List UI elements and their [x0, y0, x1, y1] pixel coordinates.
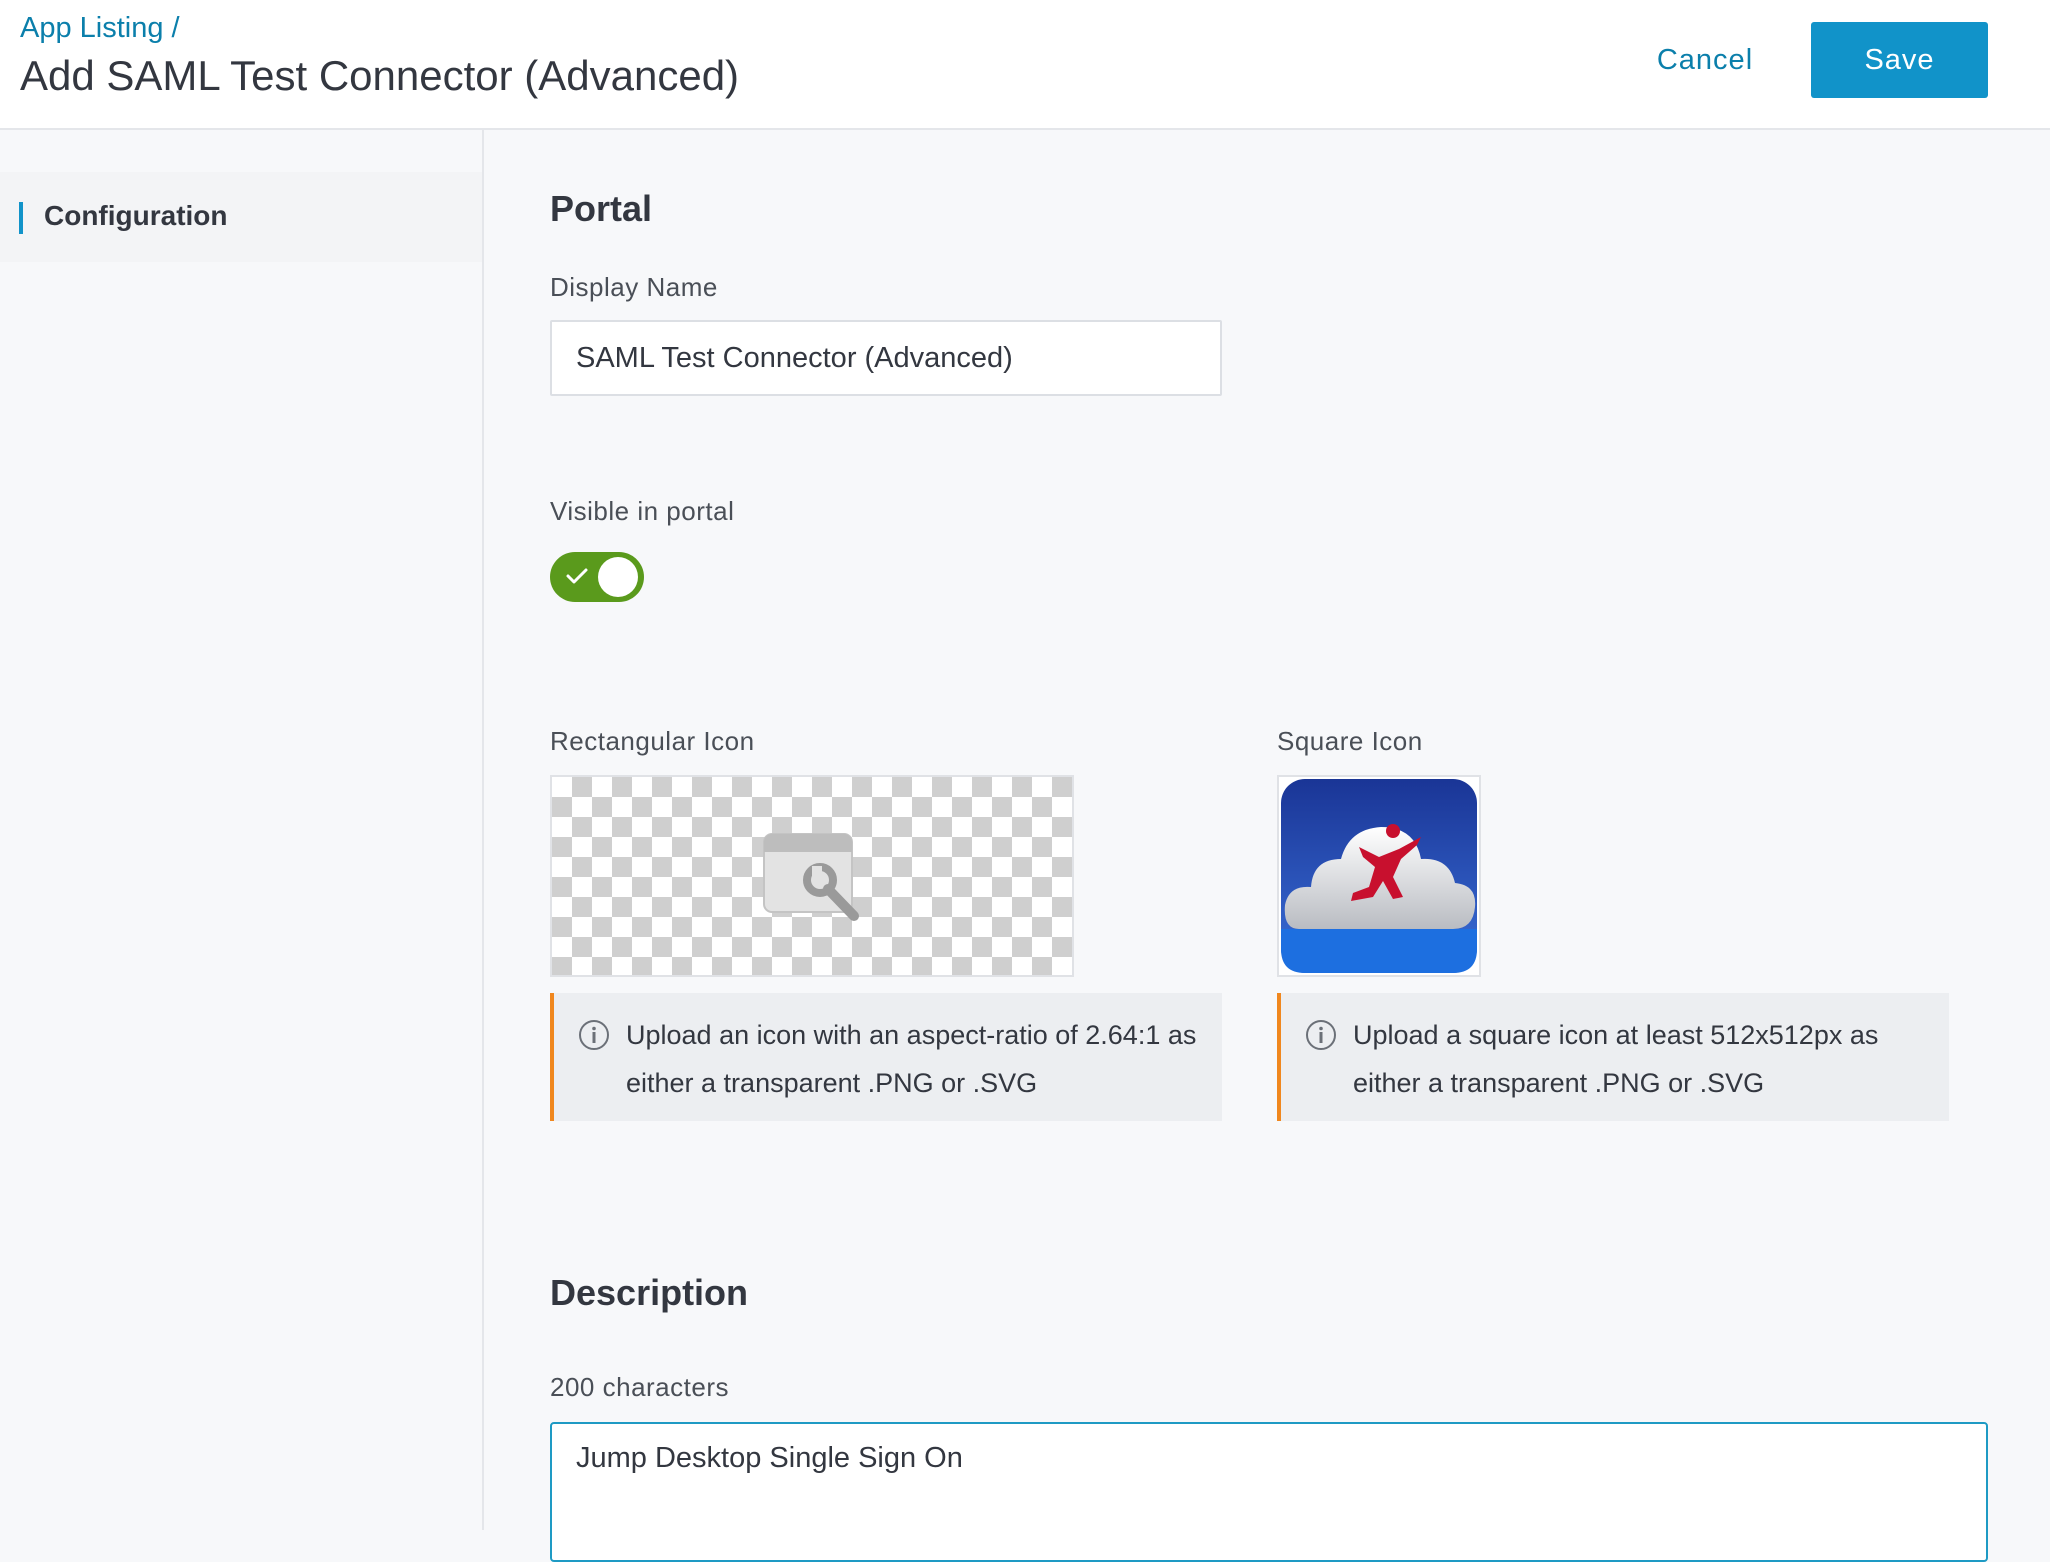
display-name-label: Display Name	[550, 272, 718, 302]
sidebar: Configuration	[0, 130, 484, 1530]
jump-desktop-cloud-logo	[1281, 779, 1477, 973]
check-icon	[566, 568, 588, 584]
breadcrumb-separator: /	[171, 12, 180, 44]
description-limit-label: 200 characters	[550, 1372, 729, 1402]
rectangular-icon-label: Rectangular Icon	[550, 726, 755, 756]
sidebar-item-label: Configuration	[44, 200, 228, 231]
portal-section-title: Portal	[550, 188, 653, 229]
description-section-title: Description	[550, 1272, 749, 1313]
rectangular-icon-hint: Upload an icon with an aspect-ratio of 2…	[550, 993, 1222, 1121]
visible-in-portal-label: Visible in portal	[550, 496, 735, 526]
square-icon-label: Square Icon	[1277, 726, 1423, 756]
visible-in-portal-toggle[interactable]	[550, 552, 644, 602]
display-name-input[interactable]	[550, 320, 1222, 396]
save-button[interactable]: Save	[1811, 22, 1988, 98]
info-icon	[579, 1020, 609, 1050]
rectangular-icon-upload[interactable]	[550, 775, 1074, 977]
page-header: App Listing / Add SAML Test Connector (Ad…	[0, 0, 2050, 130]
toggle-knob	[598, 557, 638, 597]
active-indicator	[19, 202, 23, 234]
square-icon-upload[interactable]	[1277, 775, 1481, 977]
browser-wrench-icon	[763, 833, 859, 921]
square-icon-hint-text: Upload a square icon at least 512x512px …	[1353, 1020, 1879, 1098]
square-icon-hint: Upload a square icon at least 512x512px …	[1277, 993, 1949, 1121]
breadcrumb-app-listing-link[interactable]: App Listing	[20, 12, 164, 44]
description-textarea[interactable]: Jump Desktop Single Sign On	[550, 1422, 1988, 1562]
info-icon	[1306, 1020, 1336, 1050]
sidebar-item-configuration[interactable]: Configuration	[0, 172, 482, 262]
rectangular-icon-hint-text: Upload an icon with an aspect-ratio of 2…	[626, 1020, 1197, 1098]
cancel-button[interactable]: Cancel	[1630, 22, 1780, 98]
page-title: Add SAML Test Connector (Advanced)	[20, 52, 740, 99]
breadcrumb: App Listing /	[20, 12, 180, 45]
